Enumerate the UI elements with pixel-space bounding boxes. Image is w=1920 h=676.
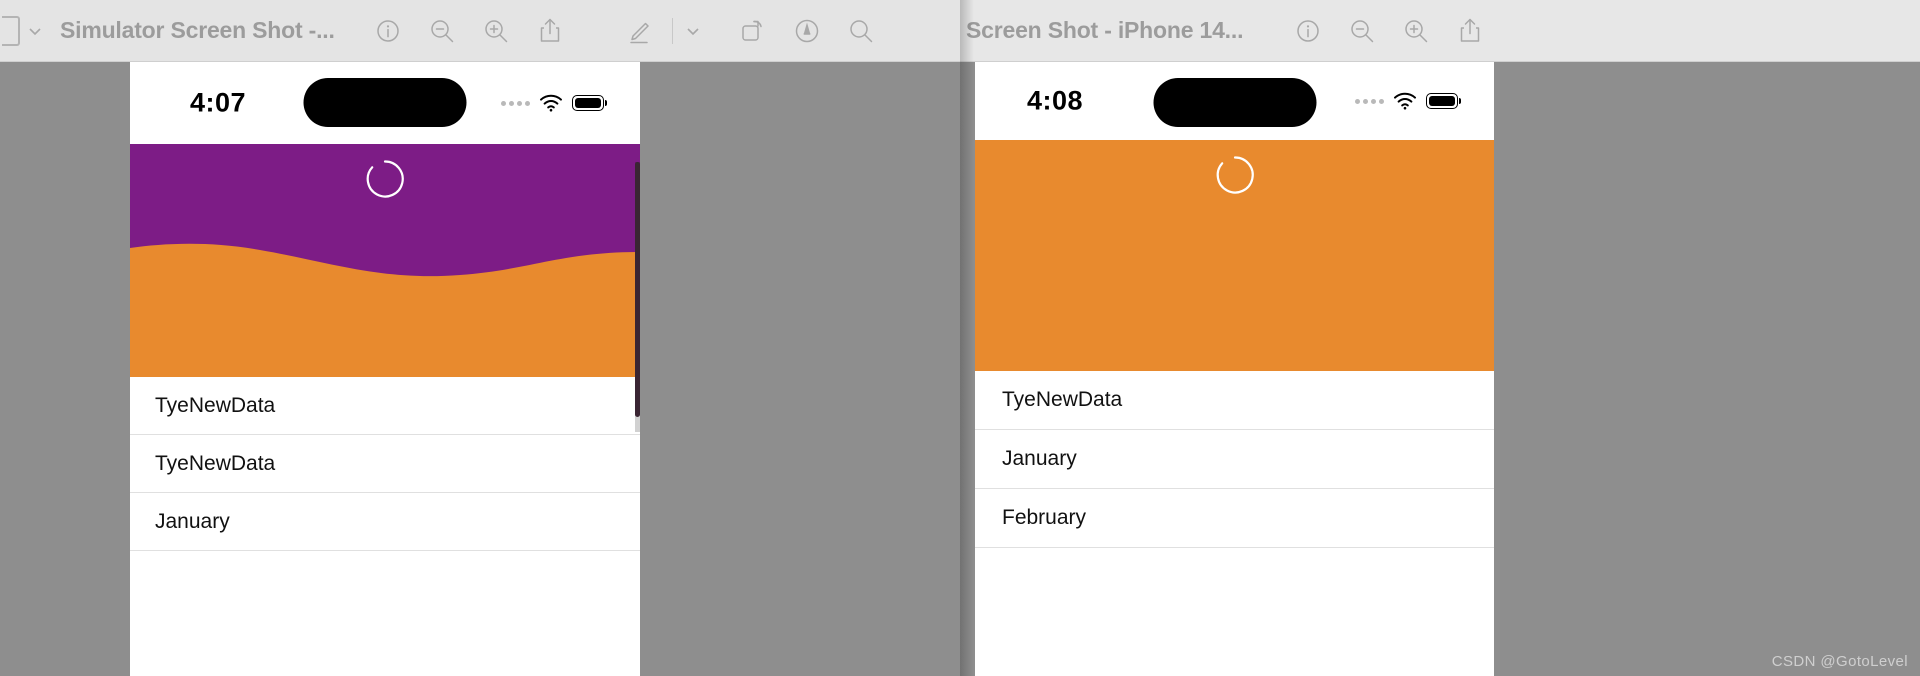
- status-indicators: [1355, 92, 1458, 110]
- status-time: 4:08: [1027, 85, 1084, 116]
- wifi-icon: [1394, 92, 1416, 110]
- data-list-right[interactable]: TyeNewData January February: [975, 371, 1494, 548]
- info-button[interactable]: [361, 11, 415, 51]
- phone-scrollbar[interactable]: [635, 162, 640, 417]
- window-title-right: Screen Shot - iPhone 14...: [966, 17, 1244, 43]
- dynamic-island: [1153, 78, 1316, 127]
- rotate-button[interactable]: [726, 11, 780, 51]
- loading-spinner-icon: [1213, 153, 1257, 197]
- markup-options-button[interactable]: [678, 11, 708, 51]
- list-item[interactable]: February: [975, 489, 1494, 548]
- share-button[interactable]: [523, 11, 577, 51]
- phone-screenshot-left: 4:07 TyeNewData TyeNewData January: [130, 62, 640, 676]
- watermark: CSDN @GotoLevel: [1771, 653, 1908, 670]
- list-item[interactable]: TyeNewData: [130, 377, 640, 435]
- signal-dots-icon: [1355, 98, 1384, 104]
- titlebar-left: Simulator Screen Shot -...: [0, 0, 960, 62]
- status-bar-left: 4:07: [130, 62, 640, 144]
- zoom-in-button[interactable]: [1389, 11, 1443, 51]
- sidebar-toggle-icon[interactable]: [2, 15, 20, 46]
- image-canvas-right[interactable]: 4:08 TyeNewData January February: [960, 62, 1920, 676]
- markup-pen-button[interactable]: [613, 11, 667, 51]
- toolbar-left: [361, 11, 888, 51]
- banner-right: [975, 140, 1494, 371]
- wifi-icon: [540, 94, 562, 112]
- toolbar-divider: [671, 17, 673, 44]
- status-bar-right: 4:08: [975, 62, 1494, 140]
- phone-screenshot-right: 4:08 TyeNewData January February: [975, 62, 1494, 676]
- share-button[interactable]: [1443, 11, 1497, 51]
- sidebar-dropdown-button[interactable]: [20, 11, 50, 51]
- signal-dots-icon: [501, 100, 530, 106]
- zoom-in-button[interactable]: [469, 11, 523, 51]
- zoom-out-button[interactable]: [415, 11, 469, 51]
- data-list-left[interactable]: TyeNewData TyeNewData January: [130, 377, 640, 551]
- image-canvas-left[interactable]: 4:07 TyeNewData TyeNewData January: [0, 62, 960, 676]
- window-title-left: Simulator Screen Shot -...: [60, 17, 335, 43]
- list-item[interactable]: January: [975, 430, 1494, 489]
- list-item[interactable]: TyeNewData: [130, 435, 640, 493]
- preview-window-left[interactable]: Simulator Screen Shot -... 4:07 TyeNewDa…: [0, 0, 960, 676]
- annotate-button[interactable]: [780, 11, 834, 51]
- loading-spinner-icon: [363, 157, 407, 201]
- titlebar-right: Screen Shot - iPhone 14...: [960, 0, 1920, 62]
- preview-window-right[interactable]: Screen Shot - iPhone 14... 4:08 TyeNewDa…: [960, 0, 1920, 676]
- battery-full-icon: [1426, 93, 1458, 109]
- zoom-out-button[interactable]: [1335, 11, 1389, 51]
- search-button[interactable]: [834, 11, 888, 51]
- info-button[interactable]: [1281, 11, 1335, 51]
- toolbar-right: [1281, 11, 1497, 51]
- battery-full-icon: [572, 95, 604, 111]
- banner-left: [130, 144, 640, 377]
- list-item[interactable]: TyeNewData: [975, 371, 1494, 430]
- list-item[interactable]: January: [130, 493, 640, 551]
- status-time: 4:07: [190, 87, 247, 118]
- status-indicators: [501, 94, 604, 112]
- dynamic-island: [303, 78, 467, 127]
